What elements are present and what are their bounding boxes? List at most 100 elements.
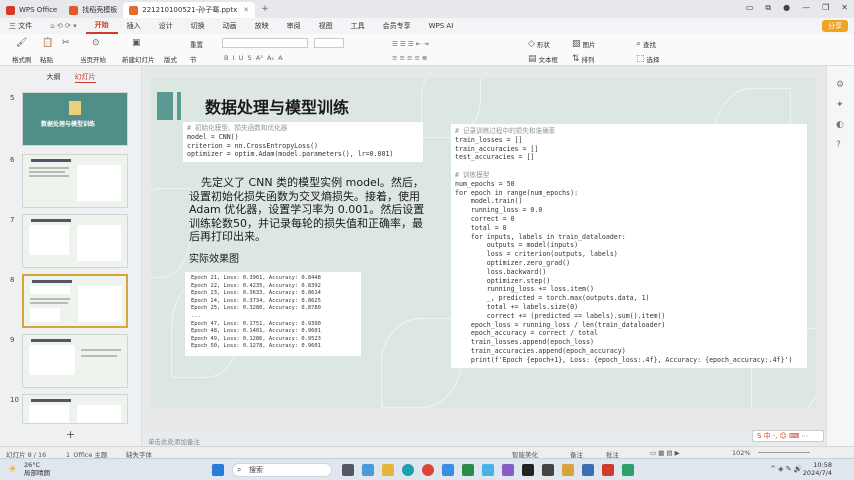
- shapes-button[interactable]: ◇ 形状: [528, 39, 550, 49]
- weather-widget[interactable]: 26°C 局部晴朗: [24, 461, 50, 477]
- align-buttons[interactable]: ≡ ≡ ≡ ≡ ≣: [392, 54, 428, 62]
- play-icon[interactable]: ⊙: [92, 38, 100, 48]
- slide-title[interactable]: 数据处理与模型训练: [205, 94, 349, 118]
- font-name-select[interactable]: [222, 38, 308, 48]
- paste-button[interactable]: 粘贴: [40, 54, 53, 64]
- slide-canvas-area: 数据处理与模型训练 # 初始化模型、损失函数和优化器 model = CNN() c…: [143, 66, 826, 432]
- new-slide-icon[interactable]: ▣: [132, 38, 141, 48]
- taskview-icon[interactable]: [342, 464, 354, 476]
- menu-view[interactable]: 视图: [310, 21, 342, 31]
- app-icon[interactable]: [542, 464, 554, 476]
- layout-icon[interactable]: ▭: [746, 3, 754, 13]
- ime-toolbar[interactable]: S 中 ·, ☺ ⌨ ⋯: [752, 430, 824, 442]
- animation-icon[interactable]: ✦: [836, 100, 844, 110]
- wps-taskbar-icon[interactable]: [602, 464, 614, 476]
- app-icon[interactable]: [582, 464, 594, 476]
- arrange-button[interactable]: ⇅ 排列: [572, 54, 595, 64]
- tab-slides[interactable]: 幻灯片: [74, 72, 96, 83]
- chrome-icon[interactable]: [422, 464, 434, 476]
- output-line: Epoch 50, Loss: 0.1278, Accuracy: 0.9601: [191, 343, 321, 350]
- effect-label[interactable]: 实际效果图: [189, 250, 239, 265]
- design-icon[interactable]: ◐: [836, 120, 844, 130]
- output-line: Epoch 23, Loss: 0.3633, Accuracy: 0.8614: [191, 290, 321, 297]
- app-icon[interactable]: [522, 464, 534, 476]
- help-icon[interactable]: ?: [836, 140, 841, 150]
- windows-start-icon[interactable]: [212, 464, 224, 476]
- app-icon[interactable]: [622, 464, 634, 476]
- tab-template[interactable]: 找稻壳模板: [63, 2, 123, 18]
- menu-transition[interactable]: 切换: [182, 21, 214, 31]
- taskbar-search[interactable]: ⌕ 搜索: [232, 463, 332, 477]
- reset-button[interactable]: 重置: [190, 39, 203, 49]
- slide-thumb-10[interactable]: [22, 394, 128, 424]
- edge-icon[interactable]: [402, 464, 414, 476]
- description-text[interactable]: 先定义了 CNN 类的模型实例 model。然后，设置初始化损失函数为交叉熵损失…: [189, 176, 427, 244]
- new-tab-icon[interactable]: +: [261, 4, 269, 14]
- app-icon[interactable]: [442, 464, 454, 476]
- restore-icon[interactable]: ❐: [822, 3, 829, 13]
- widgets-icon[interactable]: [362, 464, 374, 476]
- section-button[interactable]: 节: [190, 54, 197, 64]
- layout-button[interactable]: 版式: [164, 54, 177, 64]
- menu-insert[interactable]: 插入: [118, 21, 150, 31]
- app-icon[interactable]: [502, 464, 514, 476]
- close-icon[interactable]: ✕: [841, 3, 848, 13]
- minimize-icon[interactable]: —: [802, 3, 810, 13]
- app-icon[interactable]: [562, 464, 574, 476]
- system-clock[interactable]: 10:58 2024/7/4: [803, 461, 832, 477]
- slide-thumb-9[interactable]: [22, 334, 128, 388]
- menu-review[interactable]: 审阅: [278, 21, 310, 31]
- share-button[interactable]: 分享: [822, 20, 848, 32]
- menu-design[interactable]: 设计: [150, 21, 182, 31]
- menu-wps-ai[interactable]: WPS AI: [420, 22, 463, 30]
- slide-thumb-7[interactable]: [22, 214, 128, 268]
- menu-animation[interactable]: 动画: [214, 21, 246, 31]
- select-button[interactable]: ⬚ 选择: [636, 54, 660, 64]
- zoom-level[interactable]: 102%: [732, 449, 751, 457]
- current-slide[interactable]: 数据处理与模型训练 # 初始化模型、损失函数和优化器 model = CNN() c…: [151, 78, 816, 408]
- notes-hint[interactable]: 单击此处添加备注: [148, 436, 200, 446]
- format-painter-icon[interactable]: 🖌: [16, 38, 27, 48]
- tab-label: 221210100521-孙子骞.pptx: [142, 6, 238, 14]
- window-icon[interactable]: ⧉: [765, 3, 771, 13]
- tray-icons[interactable]: ^ ◈ ✎ 🔊: [770, 465, 803, 473]
- tab-wps-office[interactable]: WPS Office: [0, 2, 63, 18]
- tab-label: WPS Office: [19, 6, 58, 14]
- paragraph-buttons[interactable]: ☰ ☰ ☰ ⇤ ⇥: [392, 40, 429, 48]
- code-block-init[interactable]: # 初始化模型、损失函数和优化器 model = CNN() criterion =…: [183, 122, 423, 162]
- tab-document[interactable]: 221210100521-孙子骞.pptx ✕: [123, 2, 256, 18]
- textbox-button[interactable]: ▤ 文本框: [528, 54, 558, 64]
- app-icon[interactable]: [462, 464, 474, 476]
- properties-icon[interactable]: ⚙: [836, 80, 844, 90]
- new-slide-button[interactable]: 新建幻灯片: [122, 54, 155, 64]
- paste-icon[interactable]: 📋: [42, 38, 53, 48]
- menu-slideshow[interactable]: 放映: [246, 21, 278, 31]
- file-explorer-icon[interactable]: [382, 464, 394, 476]
- arrange-label: 排列: [581, 56, 595, 64]
- app-icon[interactable]: [482, 464, 494, 476]
- picture-button[interactable]: ▨ 图片: [572, 39, 596, 49]
- slide-thumb-8[interactable]: [22, 274, 128, 328]
- zoom-slider[interactable]: [758, 452, 810, 453]
- menu-file[interactable]: 三 文件: [0, 21, 41, 31]
- training-output[interactable]: Epoch 21, Loss: 0.3961, Accuracy: 0.8448…: [185, 272, 361, 356]
- font-style-buttons[interactable]: B I U S A² A₂ A: [224, 54, 283, 62]
- menu-tools[interactable]: 工具: [342, 21, 374, 31]
- menu-quick-icons[interactable]: ⌂ ⟲ ⟳ ▾: [41, 22, 85, 30]
- textbox-icon: ▤: [528, 54, 537, 64]
- code-block-training[interactable]: # 记录训练过程中的损失和准确率 train_losses = [] train_a…: [451, 124, 807, 368]
- cut-icon[interactable]: ✂: [62, 38, 70, 48]
- close-tab-icon[interactable]: ✕: [243, 6, 249, 14]
- slide-thumb-5[interactable]: 数据处理与模型训练: [22, 92, 128, 146]
- view-icons[interactable]: ▭ ▦ ▤ ▶: [650, 449, 680, 457]
- tab-outline[interactable]: 大纲: [47, 72, 61, 83]
- find-button[interactable]: ⌕ 查找: [636, 39, 656, 49]
- menu-home[interactable]: 开始: [85, 18, 118, 34]
- format-painter-button[interactable]: 格式刷: [12, 54, 32, 64]
- add-slide-button[interactable]: +: [66, 428, 75, 441]
- font-size-select[interactable]: [314, 38, 344, 48]
- slide-thumb-6[interactable]: [22, 154, 128, 208]
- menu-member[interactable]: 会员专享: [374, 21, 420, 31]
- play-from-current-button[interactable]: 当页开始: [80, 54, 106, 64]
- avatar[interactable]: ●: [783, 3, 790, 13]
